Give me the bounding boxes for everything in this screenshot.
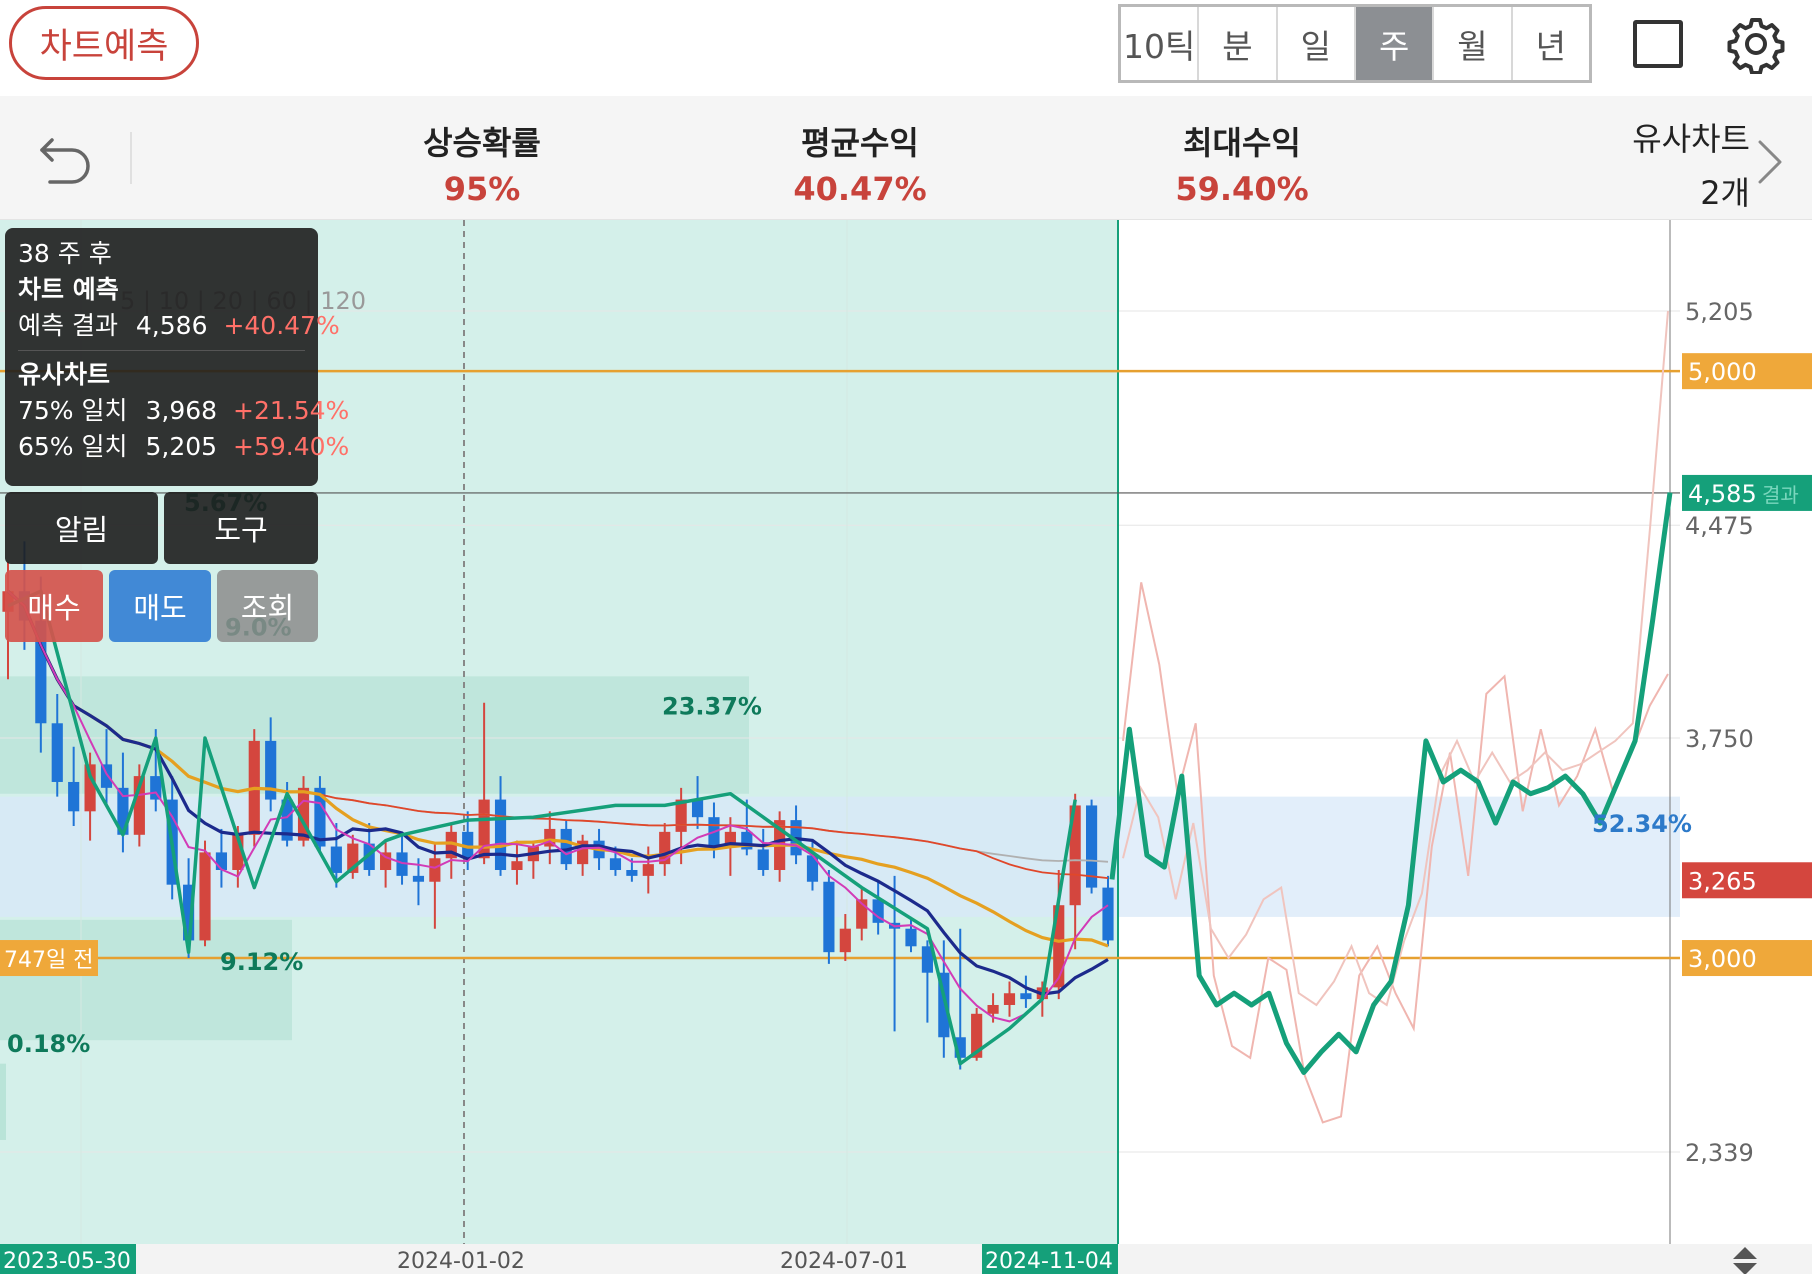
candle-body xyxy=(199,852,211,941)
date-label: 2023-05-30 xyxy=(3,1249,131,1274)
pattern-box-upper xyxy=(0,676,749,794)
candle-body xyxy=(1102,887,1114,941)
candle-body xyxy=(215,852,228,871)
similar-charts-count: 2개 xyxy=(1700,174,1750,212)
rise-probability-label: 상승확률 xyxy=(423,124,541,162)
price-marker-suffix: 결과 xyxy=(1762,483,1799,507)
similar-match-price-2: 5,205 xyxy=(145,432,218,461)
date-label: 2024-01-02 xyxy=(397,1249,525,1274)
period-option-2[interactable]: 일 xyxy=(1278,7,1356,80)
chart-predict-button[interactable]: 차트예측 xyxy=(9,6,199,80)
period-option-5[interactable]: 년 xyxy=(1513,7,1589,80)
candle-body xyxy=(51,723,63,782)
candle-body xyxy=(68,781,80,812)
candle-body xyxy=(691,799,704,818)
prediction-result-label: 예측 결과 xyxy=(18,311,118,340)
similar-charts-stat[interactable]: 유사차트 2개 xyxy=(1590,114,1750,214)
price-marker-label: 3,265 xyxy=(1688,867,1757,895)
candle-body xyxy=(330,846,342,873)
day-label: 747일 전 xyxy=(4,948,93,973)
buy-button[interactable]: 매수 xyxy=(5,570,103,642)
price-marker-label: 3,000 xyxy=(1688,945,1757,973)
similar-match-row-2: 65% 일치 5,205 +59.40% xyxy=(18,429,349,465)
candle-body xyxy=(626,870,638,876)
price-marker-label: 5,000 xyxy=(1688,358,1757,386)
period-option-1[interactable]: 분 xyxy=(1199,7,1278,80)
max-return-label: 최대수익 xyxy=(1183,124,1301,162)
pattern-box-edge xyxy=(0,1063,6,1140)
date-label: 2024-11-04 xyxy=(985,1249,1113,1274)
candle-body xyxy=(1003,993,1016,1005)
period-option-3[interactable]: 주 xyxy=(1355,7,1435,80)
similar-match-change-1: +21.54% xyxy=(233,396,350,425)
similar-match-change-2: +59.40% xyxy=(233,432,350,461)
candle-body xyxy=(905,928,917,947)
candle-body xyxy=(560,828,572,865)
candle-body xyxy=(757,849,769,871)
candle-body xyxy=(987,1004,999,1014)
price-axis-label: 4,475 xyxy=(1685,512,1754,540)
panel-divider xyxy=(18,350,305,351)
top-bar: 차트예측 10틱 분 일 주 월 년 xyxy=(0,0,1812,96)
gear-icon[interactable] xyxy=(1726,14,1786,74)
price-axis-label: 5,205 xyxy=(1685,298,1754,326)
prediction-title: 차트 예측 xyxy=(18,275,119,304)
app-root: { "topbar": { "predict_button": "차트예측", … xyxy=(0,0,1812,1274)
price-axis-label: 3,750 xyxy=(1685,725,1754,753)
tools-button[interactable]: 도구 xyxy=(164,492,318,564)
candle-body xyxy=(609,858,622,871)
candle-body xyxy=(642,864,654,876)
lookup-button[interactable]: 조회 xyxy=(217,570,318,642)
period-option-4[interactable]: 월 xyxy=(1434,7,1513,80)
candle-body xyxy=(412,875,425,882)
average-return-stat: 평균수익 40.47% xyxy=(790,118,930,208)
date-label: 2024-07-01 xyxy=(780,1249,908,1274)
candle-body xyxy=(1020,993,1032,1000)
percent-annotation-1: 9.12% xyxy=(220,948,303,976)
alarm-button[interactable]: 알림 xyxy=(5,492,158,564)
prediction-result-price: 4,586 xyxy=(135,311,208,340)
stats-divider xyxy=(130,132,132,184)
candle-body xyxy=(839,928,851,953)
average-return-value: 40.47% xyxy=(793,170,927,208)
candle-body xyxy=(823,881,835,953)
prediction-result-change: +40.47% xyxy=(223,311,340,340)
stats-bar: 상승확률 95% 평균수익 40.47% 최대수익 59.40% 유사차트 2개 xyxy=(0,96,1812,220)
similar-charts-label: 유사차트 xyxy=(1632,120,1750,158)
average-return-label: 평균수익 xyxy=(801,124,919,162)
similar-match-label-1: 75% 일치 xyxy=(18,396,128,425)
rise-probability-stat: 상승확률 95% xyxy=(412,118,552,208)
pattern-box-lower xyxy=(0,919,292,1041)
chevron-right-icon[interactable] xyxy=(1750,132,1790,192)
prediction-result-row: 예측 결과 4,586 +40.47% xyxy=(18,308,340,344)
fullscreen-toggle-icon[interactable] xyxy=(1633,20,1683,68)
percent-annotation-3: 52.34% xyxy=(1592,810,1692,838)
percent-annotation-2: 0.18% xyxy=(7,1030,90,1058)
prediction-info-panel: 38 주 후 차트 예측 예측 결과 4,586 +40.47% 유사차트 75… xyxy=(5,228,349,486)
period-option-0[interactable]: 10틱 xyxy=(1121,7,1200,80)
prediction-series-line xyxy=(1109,492,1673,1075)
price-marker-label: 4,585 xyxy=(1688,480,1757,508)
period-selector: 10틱 분 일 주 월 년 xyxy=(1118,4,1592,83)
sell-button[interactable]: 매도 xyxy=(109,570,211,642)
candle-body xyxy=(150,776,162,800)
similar-match-row-1: 75% 일치 3,968 +21.54% xyxy=(18,393,349,429)
weeks-after-label: 38 주 후 xyxy=(18,239,112,268)
price-axis-label: 2,339 xyxy=(1685,1139,1754,1167)
percent-annotation-0: 23.37% xyxy=(662,692,762,720)
max-return-stat: 최대수익 59.40% xyxy=(1172,118,1312,208)
candle-body xyxy=(511,861,523,871)
similar-match-price-1: 3,968 xyxy=(145,396,218,425)
max-return-value: 59.40% xyxy=(1175,170,1309,208)
undo-icon[interactable] xyxy=(36,126,96,186)
candle-body xyxy=(429,858,441,882)
candle-body xyxy=(494,799,507,871)
similar-chart-title: 유사차트 xyxy=(18,360,111,389)
similar-match-label-2: 65% 일치 xyxy=(18,432,128,461)
rise-probability-value: 95% xyxy=(443,170,521,208)
